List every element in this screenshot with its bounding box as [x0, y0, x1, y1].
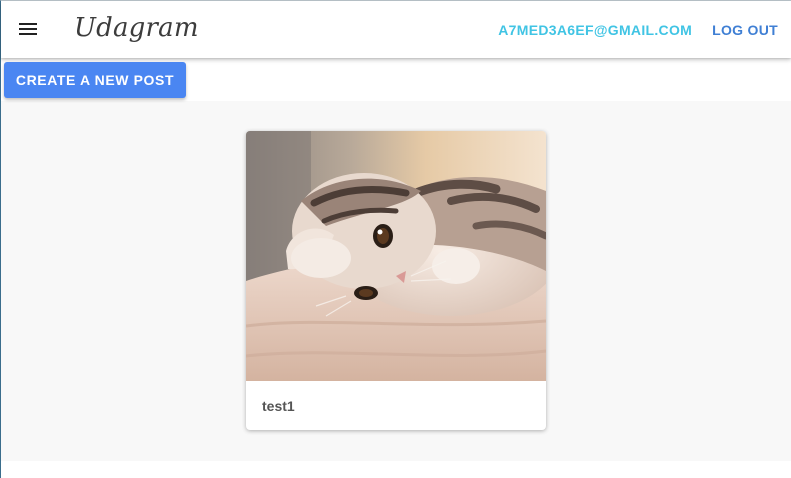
header-nav: A7MED3A6EF@GMAIL.COM LOG OUT [498, 22, 778, 38]
hamburger-menu-icon [11, 13, 45, 47]
user-email-link[interactable]: A7MED3A6EF@GMAIL.COM [498, 22, 692, 38]
app-window: Udagram A7MED3A6EF@GMAIL.COM LOG OUT CRE… [0, 0, 791, 478]
post-caption: test1 [262, 398, 295, 414]
brand-logo[interactable]: Udagram [74, 13, 199, 43]
menu-button[interactable] [11, 13, 45, 47]
top-toolbar: Udagram A7MED3A6EF@GMAIL.COM LOG OUT [1, 1, 791, 58]
post-image [246, 131, 546, 381]
logout-button[interactable]: LOG OUT [712, 22, 778, 38]
create-new-post-button[interactable]: CREATE A NEW POST [4, 62, 186, 98]
feed-area: test1 [1, 101, 791, 461]
post-card: test1 [246, 131, 546, 430]
